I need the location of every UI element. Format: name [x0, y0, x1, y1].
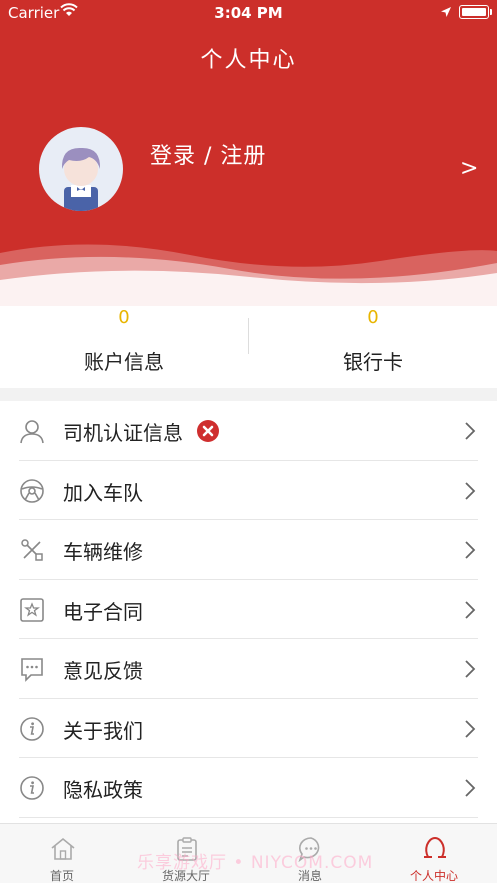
bank-card-stat[interactable]: 0 银行卡 — [249, 306, 497, 388]
bottom-tab-bar: 首页 货源大厅 消息 个人中心 — [0, 823, 497, 883]
menu-item-privacy-policy[interactable]: 隐私政策 — [0, 758, 497, 818]
clipboard-icon — [177, 837, 197, 861]
menu-item-vehicle-repair[interactable]: 车辆维修 — [0, 520, 497, 580]
home-icon — [51, 837, 75, 860]
avatar[interactable] — [39, 127, 123, 211]
menu-item-join-fleet[interactable]: 加入车队 — [0, 461, 497, 520]
tools-icon — [21, 539, 43, 561]
profile-icon — [424, 836, 446, 858]
menu-item-label: 关于我们 — [63, 718, 143, 743]
chevron-right-icon — [465, 719, 476, 738]
chevron-right-icon — [465, 481, 476, 500]
wave-decoration — [0, 244, 497, 310]
message-icon — [298, 837, 320, 862]
bank-card-label: 银行卡 — [343, 350, 403, 374]
steering-wheel-icon — [20, 478, 44, 503]
contract-icon — [20, 597, 44, 622]
menu-item-label: 电子合同 — [63, 599, 143, 624]
tab-profile[interactable]: 个人中心 — [372, 824, 496, 883]
tab-label: 货源大厅 — [161, 869, 210, 883]
menu-item-e-contract[interactable]: 电子合同 — [0, 580, 497, 639]
tab-label: 消息 — [297, 869, 322, 883]
profile-header: Carrier 3:04 PM 个人中心 登录 / 注册 > — [0, 0, 497, 310]
chevron-right-icon — [465, 660, 476, 678]
chevron-right-icon[interactable]: > — [460, 156, 478, 181]
status-time: 3:04 PM — [214, 4, 283, 22]
chevron-right-icon — [465, 422, 476, 440]
login-register-row[interactable]: 登录 / 注册 > — [0, 110, 497, 220]
menu-item-label: 车辆维修 — [63, 540, 143, 564]
location-arrow-icon — [441, 7, 451, 17]
error-badge-icon — [197, 420, 219, 442]
tab-messages[interactable]: 消息 — [248, 824, 372, 883]
menu-item-label: 意见反馈 — [63, 659, 143, 683]
status-bar: Carrier 3:04 PM — [0, 0, 497, 26]
chevron-right-icon — [465, 541, 476, 559]
battery-icon — [459, 5, 492, 19]
tab-label: 个人中心 — [409, 869, 458, 883]
account-info-stat[interactable]: 0 账户信息 — [0, 306, 248, 388]
account-stats: 0 账户信息 0 银行卡 — [0, 306, 497, 388]
menu-item-feedback[interactable]: 意见反馈 — [0, 639, 497, 699]
menu-item-driver-certification[interactable]: 司机认证信息 — [0, 401, 497, 461]
bank-card-value: 0 — [367, 307, 379, 328]
default-avatar-icon — [61, 147, 101, 211]
chevron-right-icon — [465, 600, 476, 619]
tab-home[interactable]: 首页 — [0, 824, 124, 883]
settings-menu: 司机认证信息 加入车队 车辆维修 电子合同 意见反馈 关于我们 隐私政策 — [0, 401, 497, 823]
divider — [19, 816, 478, 818]
menu-item-label: 司机认证信息 — [63, 421, 183, 445]
menu-item-about-us[interactable]: 关于我们 — [0, 699, 497, 758]
page-title: 个人中心 — [200, 48, 297, 73]
menu-item-label: 隐私政策 — [63, 778, 143, 802]
chevron-right-icon — [465, 779, 476, 797]
info-icon — [20, 776, 44, 800]
login-register-link[interactable]: 登录 / 注册 — [150, 138, 266, 170]
info-icon — [20, 716, 44, 741]
account-info-label: 账户信息 — [84, 350, 164, 374]
tab-label: 首页 — [49, 869, 74, 883]
menu-item-label: 加入车队 — [63, 480, 143, 505]
account-info-value: 0 — [118, 307, 130, 328]
tab-cargo-hall[interactable]: 货源大厅 — [124, 824, 248, 883]
user-icon — [20, 420, 44, 444]
feedback-icon — [21, 658, 43, 682]
